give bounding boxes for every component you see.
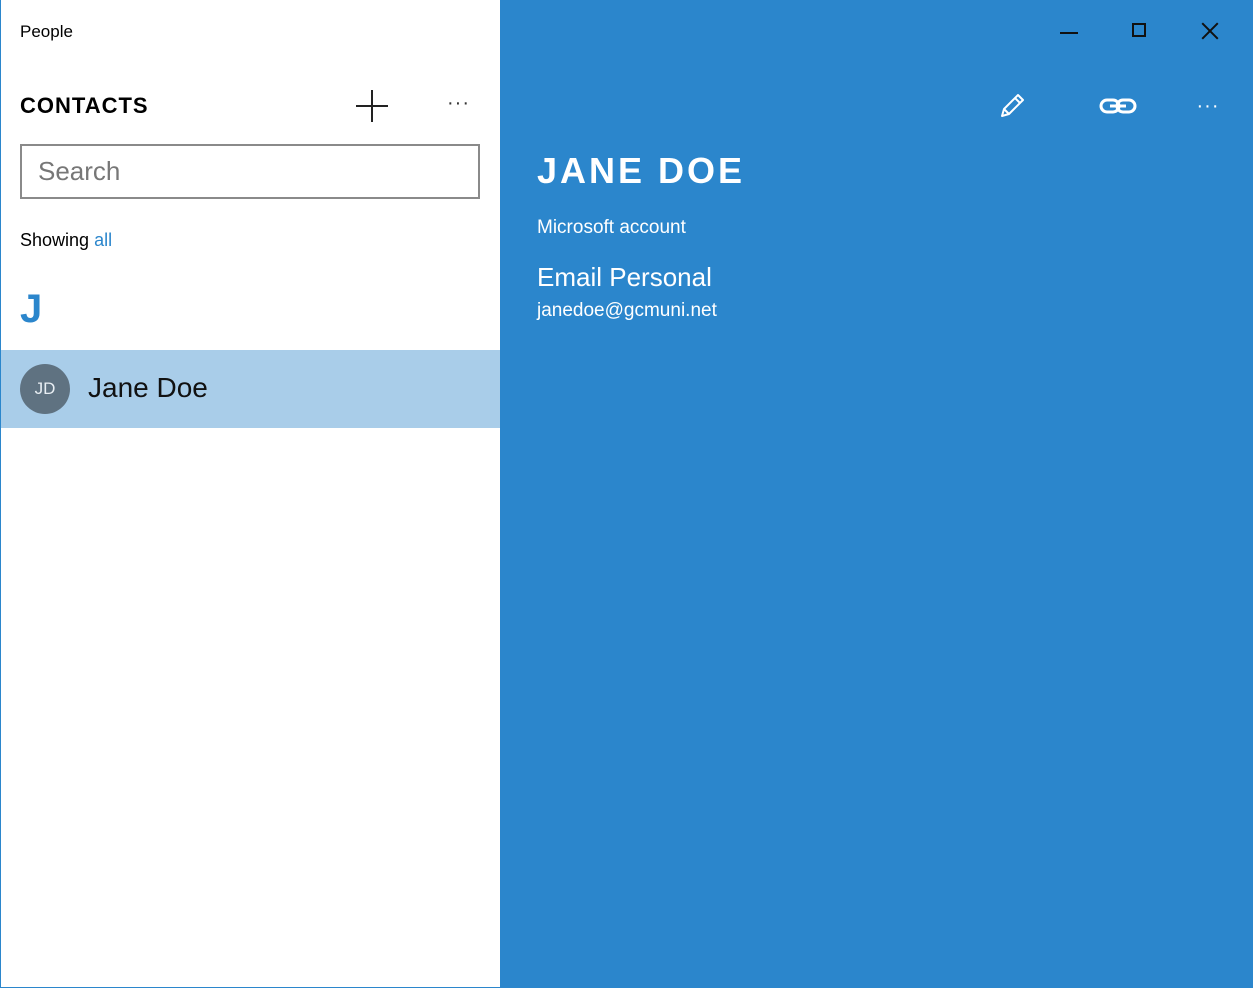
link-icon — [1099, 98, 1137, 114]
search-box[interactable] — [20, 144, 480, 199]
account-type: Microsoft account — [537, 217, 686, 238]
add-contact-button[interactable] — [354, 88, 390, 124]
email-label: Email Personal — [537, 262, 712, 292]
pencil-icon — [1001, 94, 1024, 117]
contacts-header: CONTACTS — [20, 93, 149, 118]
contacts-pane: People CONTACTS ··· Showing all J JD Jan… — [1, 0, 500, 987]
avatar-initials: JD — [34, 379, 56, 398]
contacts-more-button[interactable]: ··· — [447, 92, 470, 115]
showing-label: Showing — [20, 230, 90, 250]
maximize-button[interactable] — [1119, 14, 1159, 50]
contact-detail-name: JANE DOE — [537, 150, 746, 191]
minimize-button[interactable] — [1048, 14, 1088, 50]
link-contacts-button[interactable] — [1098, 86, 1138, 126]
detail-more-button[interactable]: ··· — [1188, 86, 1228, 126]
people-window: People CONTACTS ··· Showing all J JD Jan… — [0, 0, 1253, 988]
filter-all-link[interactable]: all — [94, 230, 112, 250]
contact-list-item[interactable]: JD Jane Doe — [1, 350, 500, 428]
app-title: People — [20, 22, 73, 41]
close-button[interactable] — [1190, 14, 1230, 50]
edit-button[interactable] — [992, 86, 1032, 126]
contact-name: Jane Doe — [88, 372, 208, 403]
avatar: JD — [20, 364, 70, 414]
group-letter-header[interactable]: J — [20, 287, 42, 332]
search-input[interactable] — [22, 146, 478, 197]
email-address-link[interactable]: janedoe@gcmuni.net — [537, 300, 717, 322]
contact-detail-pane: ··· JANE DOE Microsoft account Email Per… — [500, 0, 1253, 987]
showing-filter: Showing all — [20, 230, 112, 251]
